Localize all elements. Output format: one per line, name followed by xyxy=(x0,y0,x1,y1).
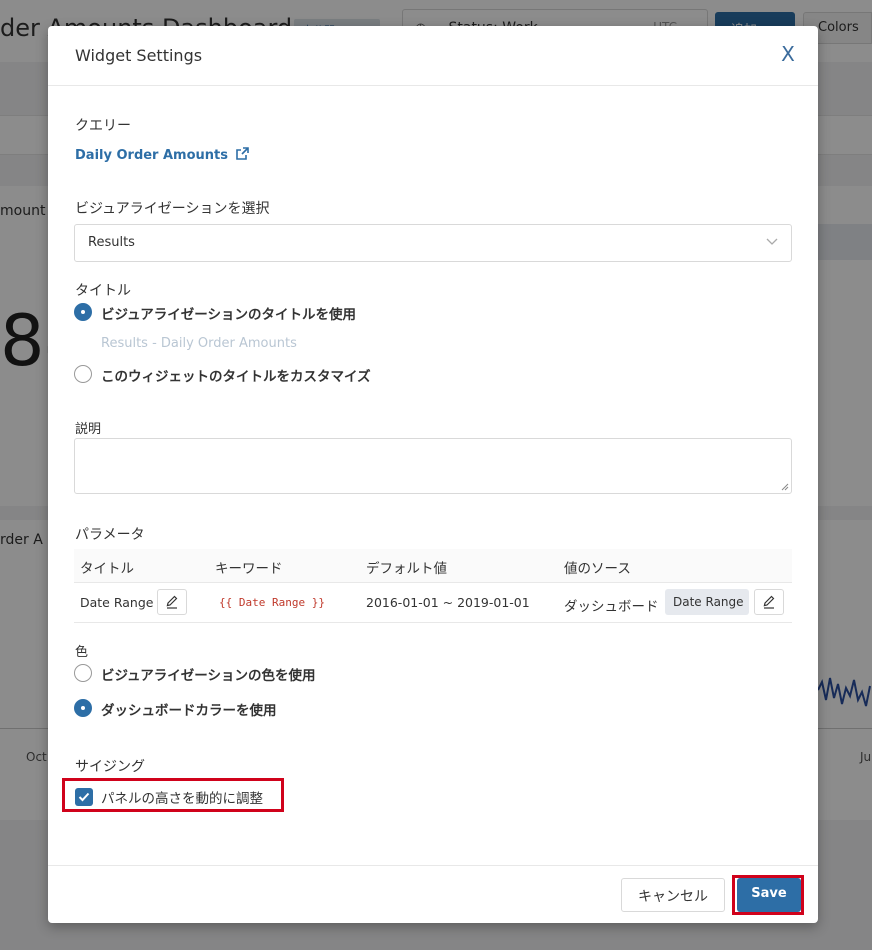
dashboard-color-label[interactable]: ダッシュボードカラーを使用 xyxy=(101,699,277,719)
chevron-down-icon xyxy=(766,238,778,245)
use-viz-title-label[interactable]: ビジュアライゼーションのタイトルを使用 xyxy=(101,303,356,323)
column-header-keyword: キーワード xyxy=(215,561,283,577)
query-link-wrapper: Daily Order Amounts xyxy=(75,144,249,163)
close-icon[interactable]: X xyxy=(776,42,800,70)
description-textarea[interactable] xyxy=(74,438,792,494)
visualization-select[interactable]: Results xyxy=(74,224,792,262)
widget-settings-dialog: Widget Settings X クエリー Daily Order Amoun… xyxy=(48,26,818,923)
radio-use-viz-title[interactable] xyxy=(74,303,92,321)
column-header-source: 値のソース xyxy=(564,561,631,577)
cancel-button[interactable]: キャンセル xyxy=(621,878,725,912)
radio-custom-title[interactable] xyxy=(74,365,92,383)
query-link[interactable]: Daily Order Amounts xyxy=(75,148,228,163)
edit-title-button[interactable] xyxy=(157,589,187,615)
query-label: クエリー xyxy=(75,118,131,134)
radio-viz-color[interactable] xyxy=(74,664,92,682)
description-label: 説明 xyxy=(75,422,102,437)
param-default-value: 2016-01-01 ~ 2019-01-01 xyxy=(366,595,530,610)
edit-source-button[interactable] xyxy=(754,589,784,615)
external-link-icon[interactable] xyxy=(236,147,249,160)
dialog-footer: キャンセル Save xyxy=(48,865,818,923)
param-source: ダッシュボード xyxy=(564,599,659,615)
sizing-label: サイジング xyxy=(75,759,145,775)
visualization-selected-value: Results xyxy=(88,235,135,250)
dialog-header: Widget Settings X xyxy=(48,26,818,86)
pencil-icon xyxy=(166,595,178,609)
dialog-title: Widget Settings xyxy=(75,46,203,65)
title-section-label: タイトル xyxy=(75,283,131,299)
save-button[interactable]: Save xyxy=(737,878,801,912)
pencil-icon xyxy=(763,595,775,609)
visualization-label: ビジュアライゼーションを選択 xyxy=(75,201,270,217)
column-header-title: タイトル xyxy=(80,561,134,577)
custom-title-label[interactable]: このウィジェットのタイトルをカスタマイズ xyxy=(101,365,371,385)
param-source-tag: Date Range xyxy=(665,589,749,615)
parameters-table-header: タイトル キーワード デフォルト値 値のソース xyxy=(74,549,792,583)
color-label: 色 xyxy=(75,645,89,660)
resize-grip-icon[interactable] xyxy=(781,483,789,491)
radio-dashboard-color[interactable] xyxy=(74,699,92,717)
viz-color-label[interactable]: ビジュアライゼーションの色を使用 xyxy=(101,664,316,684)
table-row: Date Range {{ Date Range }} 2016-01-01 ~… xyxy=(74,583,792,623)
highlight-box xyxy=(62,778,284,812)
param-keyword: {{ Date Range }} xyxy=(219,596,325,609)
viz-title-preview: Results - Daily Order Amounts xyxy=(101,336,297,351)
param-title: Date Range xyxy=(80,595,154,610)
parameters-label: パラメータ xyxy=(75,527,145,543)
parameters-table: タイトル キーワード デフォルト値 値のソース Date Range {{ Da… xyxy=(74,549,792,623)
column-header-default: デフォルト値 xyxy=(366,561,447,577)
